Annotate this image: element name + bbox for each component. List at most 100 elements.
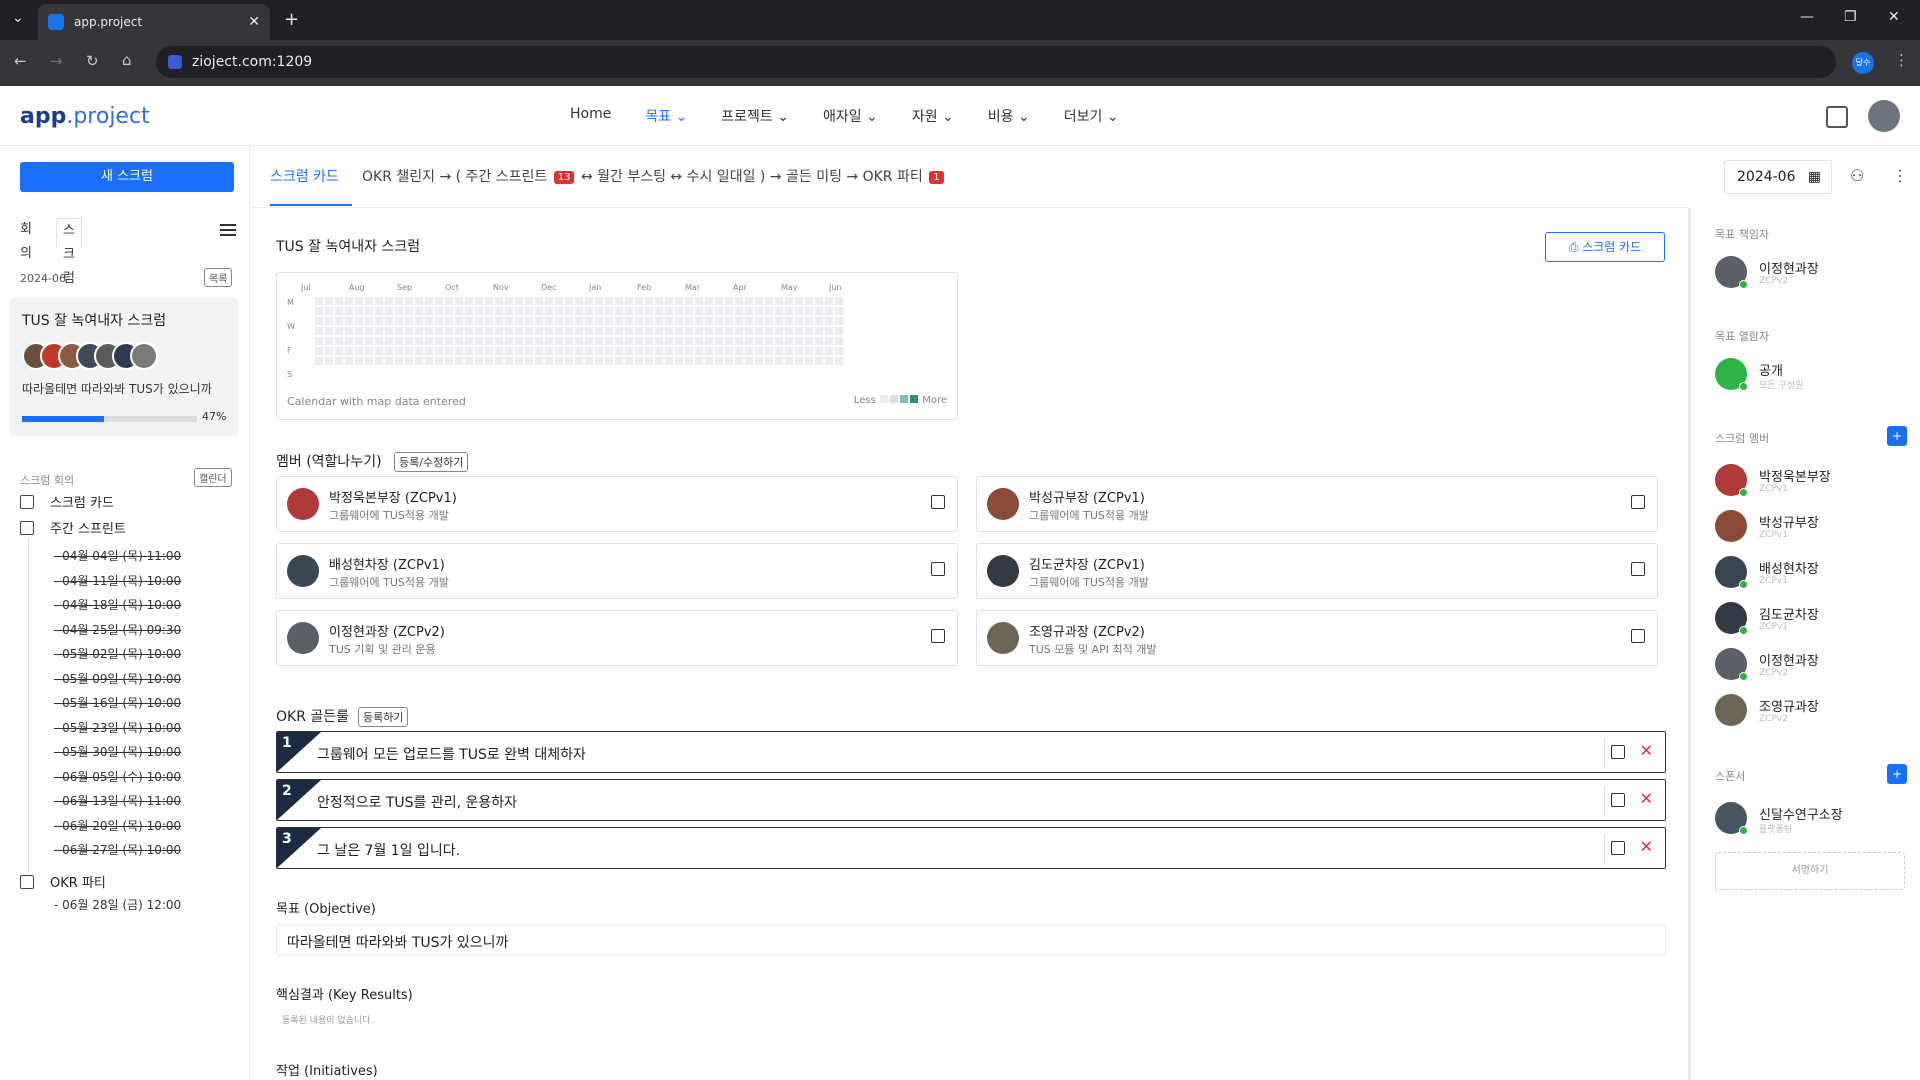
add-sponsor-icon[interactable]: + — [1887, 764, 1907, 784]
scrum-member[interactable]: 박성규부장 ZCPv1 — [1715, 510, 1905, 550]
heatmap-cell — [555, 327, 563, 335]
heatmap-caption: Calendar with map data entered — [287, 395, 466, 408]
nav-agile[interactable]: 애자일 ⌄ — [823, 106, 878, 126]
back-icon[interactable]: ← — [14, 52, 27, 70]
close-window-icon[interactable]: ✕ — [1888, 9, 1900, 25]
okr-party-date[interactable]: - 06월 28일 (금) 12:00 — [54, 896, 181, 913]
edit-icon[interactable] — [1611, 841, 1625, 855]
calendar-button[interactable]: 캘린더 — [194, 468, 232, 487]
avatar — [287, 555, 319, 587]
scrum-member[interactable]: 조영규과장 ZCPv2 — [1715, 694, 1905, 734]
scrum-member[interactable]: 이정현과장 ZCPv2 — [1715, 648, 1905, 688]
list-item[interactable]: - 05월 23일 (목) 10:00 — [54, 716, 181, 741]
online-dot — [1739, 672, 1748, 681]
sidebar-item-okr-party[interactable]: OKR 파티 — [20, 872, 106, 891]
edit-icon[interactable] — [931, 629, 945, 643]
new-tab-icon[interactable]: + — [284, 9, 299, 30]
list-item[interactable]: - 05월 30일 (목) 10:00 — [54, 740, 181, 765]
list-button[interactable]: 목록 — [204, 268, 233, 287]
member-name: 김도균차장 (ZCPv1) — [1029, 558, 1145, 573]
flow-text-1[interactable]: OKR 챌린지 → ( 주간 스프린트 — [362, 169, 547, 185]
tab-scrum[interactable]: 스크럼 — [56, 218, 82, 286]
list-item[interactable]: - 06월 05일 (수) 10:00 — [54, 765, 181, 790]
viewer-public[interactable]: 공개 모든 구성원 — [1715, 358, 1905, 398]
list-item[interactable]: - 04월 04일 (목) 11:00 — [54, 544, 181, 569]
add-member-icon[interactable]: + — [1887, 426, 1907, 446]
heatmap-cell — [755, 337, 763, 345]
print-scrum-card-button[interactable]: ⎙ 스크럼 카드 — [1545, 232, 1665, 262]
scrum-member[interactable]: 박정욱본부장 ZCPv1 — [1715, 464, 1905, 504]
list-item[interactable]: - 04월 11일 (목) 10:00 — [54, 569, 181, 594]
user-avatar[interactable] — [1868, 100, 1900, 132]
list-item[interactable]: - 06월 27일 (목) 10:00 — [54, 838, 181, 863]
edit-icon[interactable] — [1611, 745, 1625, 759]
scrum-member[interactable]: 김도균차장 ZCPv1 — [1715, 602, 1905, 642]
tab-scrum-card[interactable]: 스크럼 카드 — [270, 166, 352, 206]
heatmap-cell — [595, 347, 603, 355]
home-icon[interactable]: ⌂ — [122, 51, 132, 69]
register-members-button[interactable]: 등록/수정하기 — [394, 452, 469, 472]
heatmap-cell — [715, 297, 723, 305]
edit-icon[interactable] — [1631, 495, 1645, 509]
nav-cost[interactable]: 비용 ⌄ — [988, 106, 1030, 126]
meeting-header: 스크럼 회의 — [20, 474, 75, 487]
address-bar[interactable]: zioject.com:1209 — [156, 46, 1836, 78]
edit-icon[interactable] — [1631, 629, 1645, 643]
heatmap-month-label: Jun — [829, 283, 842, 292]
profile-avatar[interactable]: 달수 — [1852, 52, 1874, 74]
rule-text: 그 날은 7월 1일 입니다. — [317, 843, 461, 859]
list-item[interactable]: - 05월 02일 (목) 10:00 — [54, 642, 181, 667]
delete-icon[interactable]: ✕ — [1640, 789, 1653, 808]
new-scrum-button[interactable]: 새 스크럼 — [20, 162, 234, 192]
flow-text-2[interactable]: ↔ 월간 부스팅 ↔ 수시 일대일 ) → 골든 미팅 → OKR 파티 — [581, 169, 923, 185]
list-item[interactable]: - 04월 18일 (목) 10:00 — [54, 593, 181, 618]
list-item[interactable]: - 06월 20일 (목) 10:00 — [54, 814, 181, 839]
scrum-summary-card[interactable]: TUS 잘 녹여내자 스크럼 따라올테면 따라와봐 TUS가 있으니까 47% — [10, 298, 238, 436]
nav-more[interactable]: 더보기 ⌄ — [1064, 106, 1119, 126]
heatmap-cell — [725, 357, 733, 365]
restore-icon[interactable]: ❐ — [1844, 9, 1857, 25]
objective-field[interactable]: 따라올테면 따라와봐 TUS가 있으니까 — [276, 924, 1666, 956]
heatmap-cell — [465, 307, 473, 315]
edit-icon[interactable] — [931, 562, 945, 576]
sign-button[interactable]: 서명하기 — [1715, 852, 1905, 890]
apps-grid-icon[interactable] — [1826, 106, 1848, 128]
delete-icon[interactable]: ✕ — [1640, 741, 1653, 760]
edit-icon[interactable] — [1611, 793, 1625, 807]
list-item[interactable]: - 04월 25일 (목) 09:30 — [54, 618, 181, 643]
delete-icon[interactable]: ✕ — [1640, 837, 1653, 856]
sidebar-item-scrum-card[interactable]: 스크럼 카드 — [20, 492, 114, 511]
nav-project[interactable]: 프로젝트 ⌄ — [721, 106, 789, 126]
heatmap-month-label: Sep — [397, 283, 413, 292]
edit-icon[interactable] — [931, 495, 945, 509]
list-item[interactable]: - 06월 13일 (목) 11:00 — [54, 789, 181, 814]
reload-icon[interactable]: ↻ — [86, 52, 99, 70]
site-info-icon[interactable] — [168, 55, 182, 69]
tab-meeting[interactable]: 회의 — [14, 218, 38, 261]
menu-dots-icon[interactable]: ⋮ — [1894, 51, 1909, 69]
browser-tab[interactable]: app.project ✕ — [38, 4, 270, 40]
minimize-icon[interactable]: — — [1800, 9, 1814, 25]
heatmap-cell — [675, 347, 683, 355]
sponsor-user[interactable]: 신달수연구소장 플랫폼팀 — [1715, 802, 1905, 842]
scrum-member[interactable]: 배성현차장 ZCPv1 — [1715, 556, 1905, 596]
tab-search-icon[interactable]: ⌄ — [12, 10, 24, 26]
more-options-icon[interactable]: ⋮ — [1892, 166, 1908, 185]
nav-home[interactable]: Home — [570, 106, 611, 126]
close-tab-icon[interactable]: ✕ — [248, 14, 260, 30]
list-item[interactable]: - 05월 09일 (목) 10:00 — [54, 667, 181, 692]
register-golden-rule-button[interactable]: 등록하기 — [358, 707, 409, 727]
app-logo[interactable]: app.project — [20, 104, 150, 129]
forward-icon[interactable]: → — [50, 52, 63, 70]
month-picker[interactable]: 2024-06 ▦ — [1724, 160, 1832, 194]
nav-resource[interactable]: 자원 ⌄ — [912, 106, 954, 126]
heatmap-cell — [615, 337, 623, 345]
nav-goal[interactable]: 목표 ⌄ — [645, 106, 687, 126]
owner-user[interactable]: 이정현과장 ZCPv2 — [1715, 256, 1905, 296]
hamburger-icon[interactable] — [220, 224, 236, 236]
sidebar-item-weekly-sprint[interactable]: 주간 스프린트 — [20, 518, 126, 537]
list-item[interactable]: - 05월 16일 (목) 10:00 — [54, 691, 181, 716]
members-icon[interactable]: ⚇ — [1850, 166, 1864, 185]
sponsor-header: 스폰서 — [1715, 770, 1746, 783]
edit-icon[interactable] — [1631, 562, 1645, 576]
